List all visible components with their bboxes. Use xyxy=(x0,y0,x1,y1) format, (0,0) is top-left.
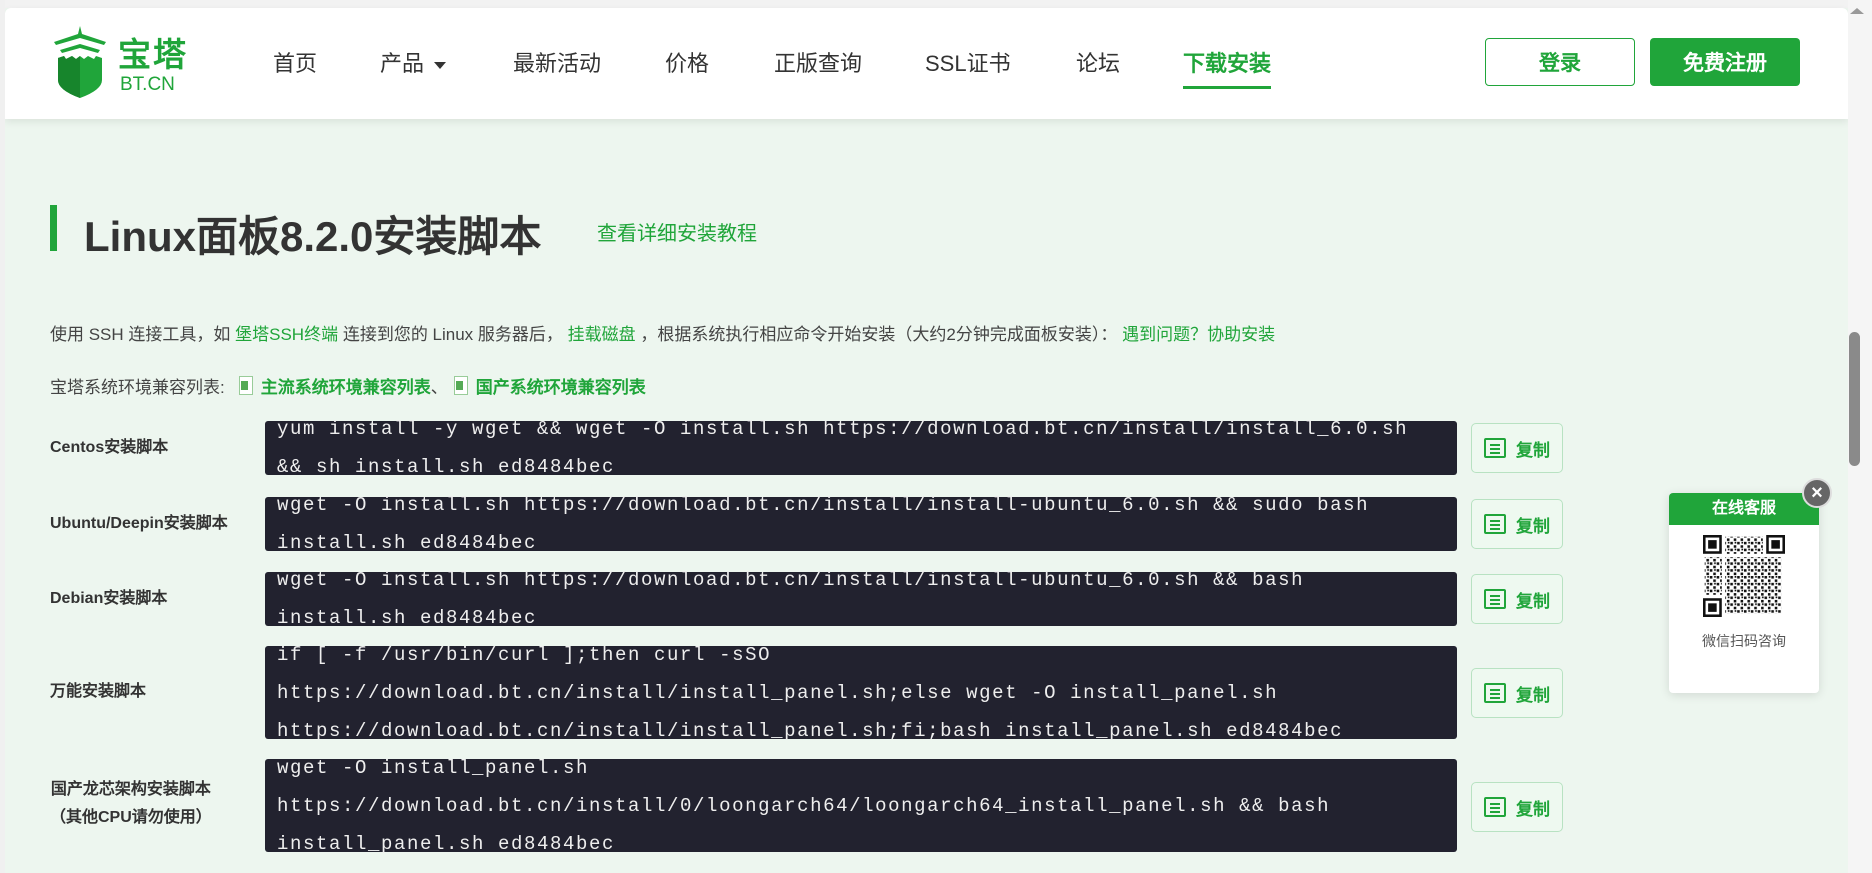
page-title: Linux面板8.2.0安装脚本 xyxy=(84,213,542,260)
script-code[interactable]: wget -O install_panel.sh https://downloa… xyxy=(265,757,1457,855)
caret-down-icon xyxy=(434,61,447,69)
page: 宝塔 BT.CN 首页 产品 最新活动 价格 正版查询 SSL证书 论坛 下载安… xyxy=(5,0,1848,873)
copy-button[interactable]: 复制 xyxy=(1471,782,1563,832)
nav-products-label: 产品 xyxy=(380,51,425,76)
copy-label: 复制 xyxy=(1516,516,1550,536)
script-label-note: （其他CPU请勿使用） xyxy=(50,809,212,826)
online-service-title: 在线客服 xyxy=(1669,493,1819,525)
wechat-scan-text: 微信扫码咨询 xyxy=(1702,633,1786,649)
mainstream-compat-link[interactable]: 主流系统环境兼容列表 xyxy=(261,373,431,398)
script-label: Debian安装脚本 xyxy=(50,590,168,607)
script-label: 国产龙芯架构安装脚本 （其他CPU请勿使用） xyxy=(50,776,212,832)
copy-icon xyxy=(1484,438,1506,458)
logo[interactable]: 宝塔 BT.CN xyxy=(50,26,190,106)
help-install-link[interactable]: 遇到问题？协助安装 xyxy=(1122,325,1275,344)
script-code[interactable]: wget -O install.sh https://download.bt.c… xyxy=(265,569,1457,629)
copy-label: 复制 xyxy=(1516,799,1550,819)
separator: 、 xyxy=(430,378,448,397)
script-label: Ubuntu/Deepin安装脚本 xyxy=(50,515,228,532)
logo-text: 宝塔 xyxy=(118,36,188,73)
intro-part: ，根据系统执行相应命令开始安装（大约2分钟完成面板安装）： xyxy=(640,325,1118,344)
ssh-terminal-link[interactable]: 堡塔SSH终端 xyxy=(235,325,338,344)
excel-icon xyxy=(453,376,468,395)
script-code[interactable]: yum install -y wget && wget -O install.s… xyxy=(265,418,1457,478)
copy-button[interactable]: 复制 xyxy=(1471,574,1563,624)
excel-icon xyxy=(238,376,253,395)
compat-lists: 宝塔系统环境兼容列表: 主流系统环境兼容列表、 国产系统环境兼容列表 xyxy=(50,373,646,398)
script-label-line: 国产龙芯架构安装脚本 xyxy=(50,781,211,798)
copy-label: 复制 xyxy=(1516,591,1550,611)
intro-part: 使用 SSH 连接工具，如 xyxy=(50,325,236,344)
compat-label: 宝塔系统环境兼容列表: xyxy=(50,378,225,397)
register-button[interactable]: 免费注册 xyxy=(1650,38,1800,86)
nav-products[interactable]: 产品 xyxy=(380,46,447,78)
copy-label: 复制 xyxy=(1516,685,1550,705)
nav-license-check[interactable]: 正版查询 xyxy=(774,46,862,78)
close-widget-button[interactable]: × xyxy=(1802,478,1832,508)
nav-ssl[interactable]: SSL证书 xyxy=(925,46,1011,78)
nav-forum[interactable]: 论坛 xyxy=(1076,46,1120,78)
script-label: 万能安装脚本 xyxy=(50,683,147,700)
pagoda-shield-icon xyxy=(54,26,106,98)
copy-button[interactable]: 复制 xyxy=(1471,423,1563,473)
script-code[interactable]: if [ -f /usr/bin/curl ];then curl -sSO h… xyxy=(265,644,1457,742)
copy-icon xyxy=(1484,589,1506,609)
tutorial-link[interactable]: 查看详细安装教程 xyxy=(597,217,757,246)
scrollbar-thumb[interactable] xyxy=(1849,332,1860,466)
copy-label: 复制 xyxy=(1516,440,1550,460)
nav-home[interactable]: 首页 xyxy=(273,46,317,78)
intro-text: 使用 SSH 连接工具，如 堡塔SSH终端 连接到您的 Linux 服务器后， … xyxy=(50,320,1275,345)
scroll-up-arrow-icon[interactable] xyxy=(1850,8,1864,14)
copy-icon xyxy=(1484,683,1506,703)
nav-download[interactable]: 下载安装 xyxy=(1183,46,1272,89)
domestic-compat-link[interactable]: 国产系统环境兼容列表 xyxy=(476,373,646,398)
intro-part: 连接到您的 Linux 服务器后， xyxy=(338,325,563,344)
script-label: Centos安装脚本 xyxy=(50,439,169,456)
script-code[interactable]: wget -O install.sh https://download.bt.c… xyxy=(265,494,1457,554)
top-strip xyxy=(5,0,1848,8)
online-service-widget: 在线客服 微信扫码咨询 xyxy=(1669,493,1819,693)
login-button[interactable]: 登录 xyxy=(1485,38,1635,86)
copy-button[interactable]: 复制 xyxy=(1471,499,1563,549)
copy-icon xyxy=(1484,797,1506,817)
nav-pricing[interactable]: 价格 xyxy=(665,46,709,78)
header: 宝塔 BT.CN 首页 产品 最新活动 价格 正版查询 SSL证书 论坛 下载安… xyxy=(5,8,1848,119)
nav-activities[interactable]: 最新活动 xyxy=(513,46,601,78)
mount-disk-link[interactable]: 挂载磁盘 xyxy=(568,325,636,344)
copy-button[interactable]: 复制 xyxy=(1471,668,1563,718)
logo-subtext: BT.CN xyxy=(120,74,175,95)
qr-code-icon xyxy=(1703,535,1785,617)
copy-icon xyxy=(1484,514,1506,534)
title-accent xyxy=(50,205,57,251)
